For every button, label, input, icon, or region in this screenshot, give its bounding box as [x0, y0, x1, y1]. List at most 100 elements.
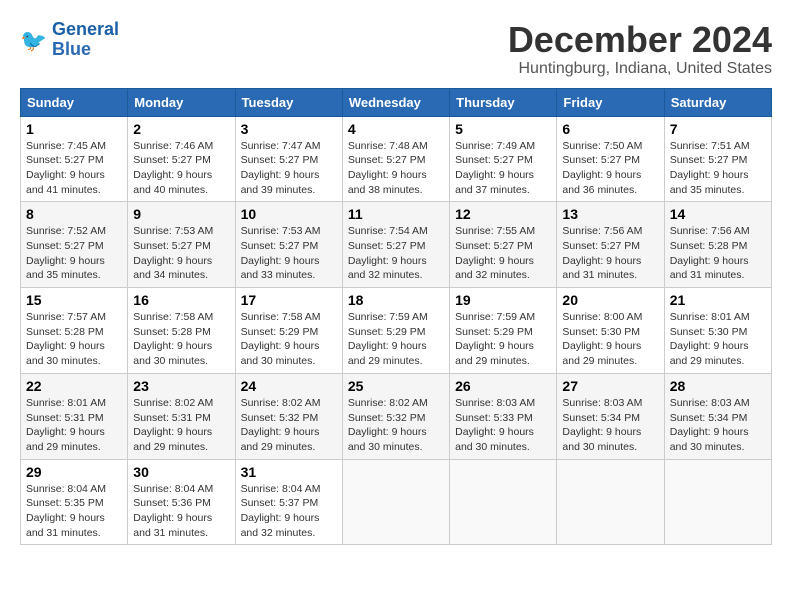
- day-number: 23: [133, 378, 229, 394]
- calendar-week-row: 1 Sunrise: 7:45 AM Sunset: 5:27 PM Daylig…: [21, 116, 772, 202]
- calendar-header-cell: Monday: [128, 88, 235, 116]
- calendar-day-cell: 26Sunrise: 8:03 AM Sunset: 5:33 PM Dayli…: [450, 373, 557, 459]
- calendar-day-cell: 22 Sunrise: 8:01 AM Sunset: 5:31 PM Dayli…: [21, 373, 128, 459]
- calendar-day-cell: 17 Sunrise: 7:58 AM Sunset: 5:29 PM Dayli…: [235, 288, 342, 374]
- day-number: 4: [348, 121, 444, 137]
- day-detail: Sunrise: 7:48 AM Sunset: 5:27 PM Dayligh…: [348, 140, 428, 196]
- calendar-header-cell: Sunday: [21, 88, 128, 116]
- calendar-day-cell: 30 Sunrise: 8:04 AM Sunset: 5:36 PM Dayli…: [128, 459, 235, 545]
- day-number: 24: [241, 378, 337, 394]
- calendar-day-cell: [450, 459, 557, 545]
- day-number: 28: [670, 378, 766, 394]
- day-number: 13: [562, 206, 658, 222]
- calendar-day-cell: 25Sunrise: 8:02 AM Sunset: 5:32 PM Dayli…: [342, 373, 449, 459]
- day-number: 27: [562, 378, 658, 394]
- day-number: 3: [241, 121, 337, 137]
- day-number: 19: [455, 292, 551, 308]
- calendar-day-cell: 5 Sunrise: 7:49 AM Sunset: 5:27 PM Daylig…: [450, 116, 557, 202]
- day-detail: Sunrise: 8:04 AM Sunset: 5:35 PM Dayligh…: [26, 483, 106, 539]
- day-detail: Sunrise: 8:04 AM Sunset: 5:36 PM Dayligh…: [133, 483, 213, 539]
- day-detail: Sunrise: 7:58 AM Sunset: 5:29 PM Dayligh…: [241, 311, 321, 367]
- calendar-day-cell: 31 Sunrise: 8:04 AM Sunset: 5:37 PM Dayli…: [235, 459, 342, 545]
- calendar-subtitle: Huntingburg, Indiana, United States: [508, 60, 772, 78]
- day-detail: Sunrise: 7:59 AM Sunset: 5:29 PM Dayligh…: [348, 311, 428, 367]
- day-detail: Sunrise: 8:00 AM Sunset: 5:30 PM Dayligh…: [562, 311, 642, 367]
- calendar-day-cell: 10 Sunrise: 7:53 AM Sunset: 5:27 PM Dayli…: [235, 202, 342, 288]
- day-number: 16: [133, 292, 229, 308]
- day-number: 20: [562, 292, 658, 308]
- day-number: 2: [133, 121, 229, 137]
- day-number: 22: [26, 378, 122, 394]
- calendar-day-cell: 2 Sunrise: 7:46 AM Sunset: 5:27 PM Daylig…: [128, 116, 235, 202]
- day-number: 31: [241, 464, 337, 480]
- day-detail: Sunrise: 8:04 AM Sunset: 5:37 PM Dayligh…: [241, 483, 321, 539]
- day-detail: Sunrise: 7:49 AM Sunset: 5:27 PM Dayligh…: [455, 140, 535, 196]
- calendar-day-cell: 6Sunrise: 7:50 AM Sunset: 5:27 PM Daylig…: [557, 116, 664, 202]
- calendar-week-row: 29Sunrise: 8:04 AM Sunset: 5:35 PM Dayli…: [21, 459, 772, 545]
- day-number: 17: [241, 292, 337, 308]
- page-header: 🐦 General Blue December 2024 Huntingburg…: [20, 20, 772, 78]
- day-detail: Sunrise: 7:47 AM Sunset: 5:27 PM Dayligh…: [241, 140, 321, 196]
- calendar-header-cell: Tuesday: [235, 88, 342, 116]
- calendar-header-row: SundayMondayTuesdayWednesdayThursdayFrid…: [21, 88, 772, 116]
- calendar-day-cell: 1 Sunrise: 7:45 AM Sunset: 5:27 PM Daylig…: [21, 116, 128, 202]
- day-detail: Sunrise: 7:54 AM Sunset: 5:27 PM Dayligh…: [348, 225, 428, 281]
- svg-text:🐦: 🐦: [20, 28, 47, 53]
- calendar-header-cell: Friday: [557, 88, 664, 116]
- calendar-day-cell: [557, 459, 664, 545]
- calendar-day-cell: 28 Sunrise: 8:03 AM Sunset: 5:34 PM Dayli…: [664, 373, 771, 459]
- day-number: 30: [133, 464, 229, 480]
- logo-text: General Blue: [52, 20, 119, 60]
- day-number: 5: [455, 121, 551, 137]
- day-detail: Sunrise: 7:51 AM Sunset: 5:27 PM Dayligh…: [670, 140, 750, 196]
- day-detail: Sunrise: 7:59 AM Sunset: 5:29 PM Dayligh…: [455, 311, 535, 367]
- day-number: 7: [670, 121, 766, 137]
- day-detail: Sunrise: 7:53 AM Sunset: 5:27 PM Dayligh…: [241, 225, 321, 281]
- calendar-day-cell: 14 Sunrise: 7:56 AM Sunset: 5:28 PM Dayli…: [664, 202, 771, 288]
- calendar-header-cell: Thursday: [450, 88, 557, 116]
- calendar-day-cell: 23 Sunrise: 8:02 AM Sunset: 5:31 PM Dayli…: [128, 373, 235, 459]
- calendar-day-cell: 21Sunrise: 8:01 AM Sunset: 5:30 PM Dayli…: [664, 288, 771, 374]
- calendar-day-cell: 8Sunrise: 7:52 AM Sunset: 5:27 PM Daylig…: [21, 202, 128, 288]
- day-number: 18: [348, 292, 444, 308]
- day-detail: Sunrise: 7:57 AM Sunset: 5:28 PM Dayligh…: [26, 311, 106, 367]
- day-detail: Sunrise: 7:46 AM Sunset: 5:27 PM Dayligh…: [133, 140, 213, 196]
- day-number: 10: [241, 206, 337, 222]
- calendar-week-row: 15 Sunrise: 7:57 AM Sunset: 5:28 PM Dayli…: [21, 288, 772, 374]
- day-detail: Sunrise: 7:50 AM Sunset: 5:27 PM Dayligh…: [562, 140, 642, 196]
- day-number: 26: [455, 378, 551, 394]
- calendar-day-cell: 4 Sunrise: 7:48 AM Sunset: 5:27 PM Daylig…: [342, 116, 449, 202]
- calendar-day-cell: 11Sunrise: 7:54 AM Sunset: 5:27 PM Dayli…: [342, 202, 449, 288]
- day-number: 9: [133, 206, 229, 222]
- day-detail: Sunrise: 8:03 AM Sunset: 5:34 PM Dayligh…: [562, 397, 642, 453]
- title-block: December 2024 Huntingburg, Indiana, Unit…: [508, 20, 772, 78]
- calendar-day-cell: 29Sunrise: 8:04 AM Sunset: 5:35 PM Dayli…: [21, 459, 128, 545]
- calendar-day-cell: 18 Sunrise: 7:59 AM Sunset: 5:29 PM Dayli…: [342, 288, 449, 374]
- calendar-day-cell: 13Sunrise: 7:56 AM Sunset: 5:27 PM Dayli…: [557, 202, 664, 288]
- day-number: 1: [26, 121, 122, 137]
- day-detail: Sunrise: 8:01 AM Sunset: 5:31 PM Dayligh…: [26, 397, 106, 453]
- day-number: 15: [26, 292, 122, 308]
- calendar-day-cell: [342, 459, 449, 545]
- day-number: 14: [670, 206, 766, 222]
- day-detail: Sunrise: 7:56 AM Sunset: 5:28 PM Dayligh…: [670, 225, 750, 281]
- calendar-title: December 2024: [508, 20, 772, 60]
- day-detail: Sunrise: 8:03 AM Sunset: 5:34 PM Dayligh…: [670, 397, 750, 453]
- calendar-header-cell: Wednesday: [342, 88, 449, 116]
- calendar-week-row: 22 Sunrise: 8:01 AM Sunset: 5:31 PM Dayli…: [21, 373, 772, 459]
- day-detail: Sunrise: 7:55 AM Sunset: 5:27 PM Dayligh…: [455, 225, 535, 281]
- day-detail: Sunrise: 8:01 AM Sunset: 5:30 PM Dayligh…: [670, 311, 750, 367]
- day-number: 12: [455, 206, 551, 222]
- calendar-week-row: 8Sunrise: 7:52 AM Sunset: 5:27 PM Daylig…: [21, 202, 772, 288]
- day-detail: Sunrise: 8:02 AM Sunset: 5:31 PM Dayligh…: [133, 397, 213, 453]
- calendar-day-cell: 16Sunrise: 7:58 AM Sunset: 5:28 PM Dayli…: [128, 288, 235, 374]
- day-detail: Sunrise: 7:52 AM Sunset: 5:27 PM Dayligh…: [26, 225, 106, 281]
- calendar-day-cell: 12 Sunrise: 7:55 AM Sunset: 5:27 PM Dayli…: [450, 202, 557, 288]
- calendar-day-cell: 3 Sunrise: 7:47 AM Sunset: 5:27 PM Daylig…: [235, 116, 342, 202]
- calendar-day-cell: 9Sunrise: 7:53 AM Sunset: 5:27 PM Daylig…: [128, 202, 235, 288]
- calendar-day-cell: 15 Sunrise: 7:57 AM Sunset: 5:28 PM Dayli…: [21, 288, 128, 374]
- calendar-day-cell: 27 Sunrise: 8:03 AM Sunset: 5:34 PM Dayli…: [557, 373, 664, 459]
- logo-bird-icon: 🐦: [20, 26, 48, 54]
- day-detail: Sunrise: 7:45 AM Sunset: 5:27 PM Dayligh…: [26, 140, 106, 196]
- calendar-header-cell: Saturday: [664, 88, 771, 116]
